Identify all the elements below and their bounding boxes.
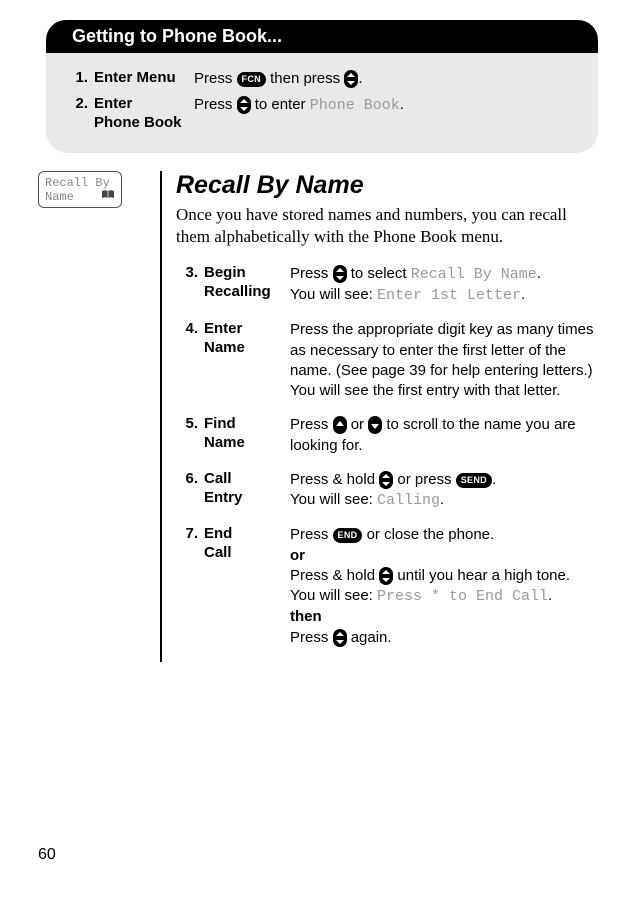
text: Name (204, 339, 245, 356)
text: You will see: (290, 491, 377, 508)
text: or press (397, 471, 455, 488)
text: Recalling (204, 283, 271, 300)
step-5: 5. Find Name Press or to scroll to the n… (176, 415, 598, 456)
step-body: Press FCN then press . (194, 69, 578, 89)
text: Press (290, 265, 333, 282)
text: Press (194, 96, 237, 113)
step-label: Begin Recalling (198, 264, 290, 302)
open-book-icon (101, 190, 115, 204)
step-6: 6. Call Entry Press & hold or press SEND… (176, 470, 598, 512)
down-key-icon (368, 416, 382, 434)
text: Enter (94, 95, 132, 112)
updown-key-icon (333, 629, 347, 647)
updown-key-icon (333, 265, 347, 283)
text: . (492, 471, 496, 488)
step-1: 1. Enter Menu Press FCN then press . (66, 69, 578, 89)
updown-key-icon (344, 70, 358, 88)
step-number: 7. (176, 525, 198, 542)
text: . (440, 491, 444, 508)
step-number: 6. (176, 470, 198, 487)
then-label: then (290, 608, 322, 625)
text: Call (204, 470, 232, 487)
step-body: Press to select Recall By Name. You will… (290, 264, 598, 307)
step-body: Press END or close the phone. or Press &… (290, 525, 598, 648)
step-body: Press & hold or press SEND. You will see… (290, 470, 598, 512)
step-3: 3. Begin Recalling Press to select Recal… (176, 264, 598, 307)
text: You will see: (290, 286, 377, 303)
lcd-text: Calling (377, 492, 440, 509)
step-4: 4. Enter Name Press the appropriate digi… (176, 320, 598, 401)
step-label: Find Name (198, 415, 290, 453)
updown-key-icon (379, 567, 393, 585)
page-number: 60 (38, 846, 56, 864)
text: End (204, 525, 232, 542)
or-label: or (290, 547, 305, 564)
text: You will see: (290, 587, 377, 604)
text: Press (194, 70, 237, 87)
text: to enter (255, 96, 310, 113)
intro-steps-box: 1. Enter Menu Press FCN then press . 2. … (46, 53, 598, 153)
step-number: 3. (176, 264, 198, 281)
text: . (537, 265, 541, 282)
lcd-text: Press * to End Call (377, 588, 548, 605)
step-label: Enter Menu (88, 69, 194, 88)
step-label: End Call (198, 525, 290, 563)
text: Name (204, 434, 245, 451)
step-body: Press to enter Phone Book. (194, 95, 578, 116)
lcd-text: Enter 1st Letter (377, 287, 521, 304)
text: . (548, 587, 552, 604)
text: until you hear a high tone. (397, 567, 570, 584)
step-body: Press the appropriate digit key as many … (290, 320, 598, 401)
step-7: 7. End Call Press END or close the phone… (176, 525, 598, 648)
text: or close the phone. (367, 526, 495, 543)
text: . (521, 286, 525, 303)
vertical-divider (160, 171, 162, 662)
step-label: Call Entry (198, 470, 290, 508)
text: Call (204, 544, 232, 561)
text: Press (290, 629, 333, 646)
text: Enter (204, 320, 242, 337)
text: . (358, 70, 362, 87)
end-key-icon: END (333, 528, 363, 543)
section-title: Recall By Name (176, 171, 598, 200)
step-label: Enter Name (198, 320, 290, 358)
step-2: 2. Enter Phone Book Press to enter Phone… (66, 95, 578, 133)
text: or (351, 416, 369, 433)
text: to select (351, 265, 411, 282)
up-key-icon (333, 416, 347, 434)
screen-line: Recall By (45, 176, 115, 190)
step-number: 5. (176, 415, 198, 432)
text: Find (204, 415, 236, 432)
lcd-text: Recall By Name (411, 266, 537, 283)
text: Press (290, 526, 333, 543)
section-tab: Getting to Phone Book... (46, 20, 598, 53)
phone-screen-mock: Recall By Name (38, 171, 122, 208)
step-number: 4. (176, 320, 198, 337)
step-body: Press or to scroll to the name you are l… (290, 415, 598, 456)
text: Press (290, 416, 333, 433)
text: Press & hold (290, 567, 379, 584)
updown-key-icon (237, 96, 251, 114)
updown-key-icon (379, 471, 393, 489)
step-number: 2. (66, 95, 88, 112)
send-key-icon: SEND (456, 473, 492, 488)
step-number: 1. (66, 69, 88, 86)
step-label: Enter Phone Book (88, 95, 194, 133)
text: again. (351, 629, 392, 646)
screen-line: Name (45, 190, 74, 204)
text: Entry (204, 489, 242, 506)
fcn-key-icon: FCN (237, 72, 266, 87)
text: Begin (204, 264, 246, 281)
lcd-text: Phone Book (310, 97, 400, 114)
text: Phone Book (94, 114, 182, 131)
text: Press & hold (290, 471, 379, 488)
text: then press (270, 70, 344, 87)
section-intro: Once you have stored names and numbers, … (176, 204, 598, 248)
text: . (400, 96, 404, 113)
